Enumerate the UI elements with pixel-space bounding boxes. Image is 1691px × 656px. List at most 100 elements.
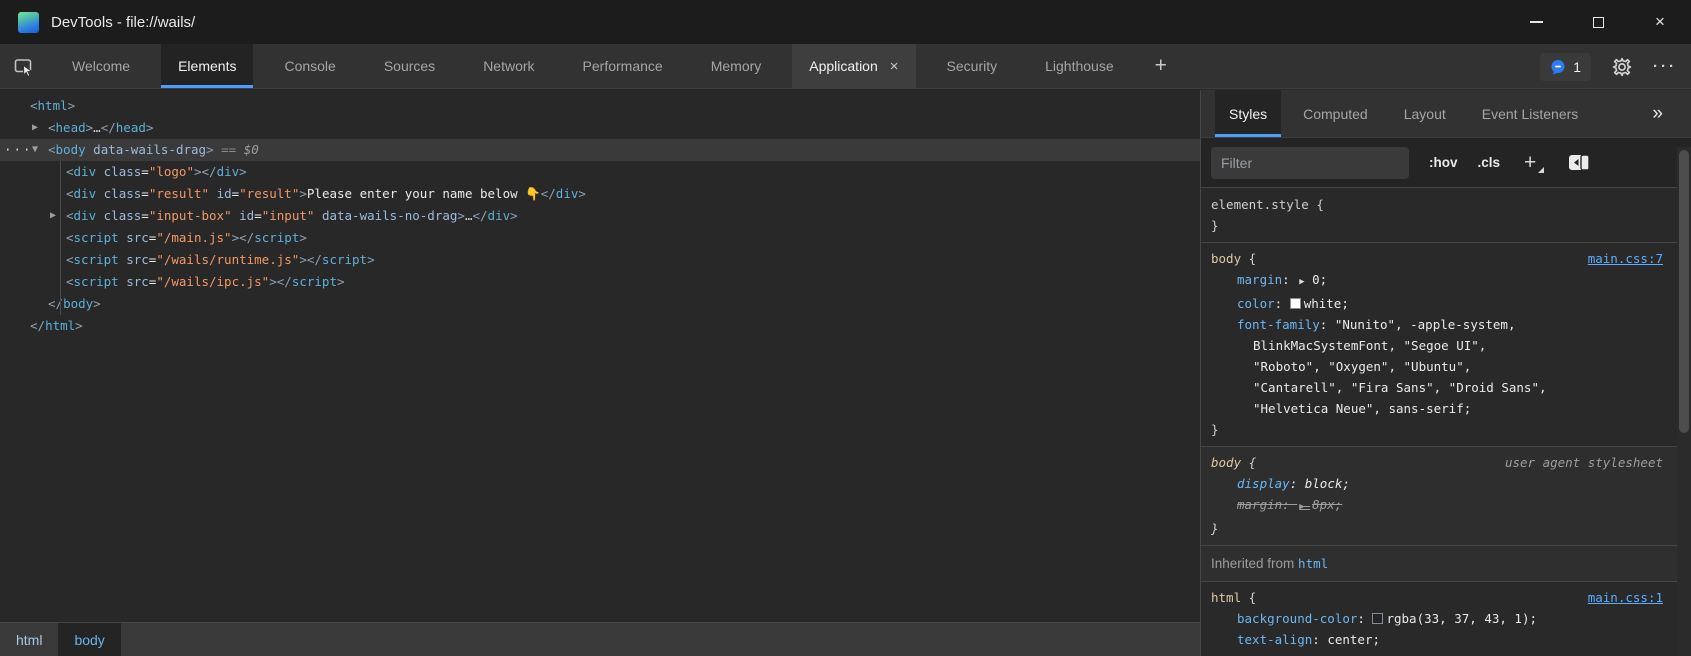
- stylesheet-link[interactable]: main.css:7: [1588, 248, 1663, 269]
- code-token: >: [239, 164, 247, 179]
- more-options-button[interactable]: ···: [1653, 58, 1677, 75]
- tree-row[interactable]: </body>: [0, 293, 1200, 315]
- css-property[interactable]: margin: ▶ 0;: [1211, 269, 1677, 293]
- new-style-rule-button[interactable]: +: [1524, 151, 1542, 175]
- tree-row[interactable]: ···▼<body data-wails-drag> == $0: [0, 139, 1200, 161]
- minimize-button[interactable]: [1505, 0, 1567, 44]
- tree-row[interactable]: <div class="logo"></div>: [0, 161, 1200, 183]
- collapse-icon[interactable]: ▼: [32, 139, 38, 161]
- rule-selector[interactable]: body: [1211, 455, 1241, 470]
- tree-row[interactable]: ▶<div class="input-box" id="input" data-…: [0, 205, 1200, 227]
- breadcrumb-body[interactable]: body: [58, 623, 120, 656]
- rule-selector-line[interactable]: element.style {: [1211, 194, 1677, 215]
- tab-network[interactable]: Network: [466, 44, 551, 88]
- code-token: <: [66, 164, 74, 179]
- tab-label: Lighthouse: [1045, 58, 1114, 74]
- row-actions-icon[interactable]: ···: [4, 139, 33, 161]
- tab-elements[interactable]: Elements: [161, 44, 253, 88]
- property-value[interactable]: white;: [1304, 296, 1349, 311]
- tab-application[interactable]: Application×: [792, 44, 915, 88]
- toggle-computed-sidebar-button[interactable]: [1568, 154, 1590, 171]
- minimize-icon: [1530, 21, 1543, 23]
- styles-rules-list: element.style {}main.css:7body {margin: …: [1201, 189, 1677, 656]
- color-swatch[interactable]: [1290, 298, 1301, 309]
- window-title: DevTools - file://wails/: [51, 14, 195, 31]
- tree-row[interactable]: <div class="result" id="result">Please e…: [0, 183, 1200, 205]
- code-token: <: [66, 186, 74, 201]
- css-property[interactable]: color: white;: [1211, 293, 1677, 314]
- property-name[interactable]: margin: [1237, 272, 1282, 287]
- tree-row[interactable]: <html>: [0, 95, 1200, 117]
- close-button[interactable]: ×: [1629, 0, 1691, 44]
- rule-selector-line[interactable]: main.css:7 body {: [1211, 248, 1677, 269]
- tree-row[interactable]: <script src="/wails/runtime.js"></script…: [0, 249, 1200, 271]
- more-tabs-button[interactable]: +: [1145, 44, 1177, 88]
- tab-welcome[interactable]: Welcome: [55, 44, 147, 88]
- close-tab-icon[interactable]: ×: [890, 58, 899, 75]
- open-brace: {: [1241, 455, 1256, 470]
- tab-lighthouse[interactable]: Lighthouse: [1028, 44, 1131, 88]
- tree-row[interactable]: <script src="/wails/ipc.js"></script>: [0, 271, 1200, 293]
- open-brace: {: [1241, 251, 1256, 266]
- rule-selector[interactable]: element.style: [1211, 197, 1309, 212]
- expand-icon[interactable]: ▶: [32, 117, 38, 139]
- maximize-button[interactable]: [1567, 0, 1629, 44]
- code-token: <: [66, 252, 74, 267]
- tree-row[interactable]: </html>: [0, 315, 1200, 337]
- settings-button[interactable]: [1611, 56, 1633, 78]
- sidebar-tab-event-listeners[interactable]: Event Listeners: [1468, 90, 1593, 137]
- tree-row[interactable]: ▶<head>…</head>: [0, 117, 1200, 139]
- property-value[interactable]: center;: [1327, 632, 1380, 647]
- property-name[interactable]: margin: [1237, 497, 1282, 512]
- toggle-element-classes-button[interactable]: .cls: [1478, 155, 1501, 170]
- property-value[interactable]: 8px;: [1312, 497, 1342, 512]
- inspect-element-button[interactable]: [0, 44, 48, 88]
- expand-shorthand-icon[interactable]: ▶: [1299, 277, 1310, 287]
- rule-selector-line[interactable]: main.css:1html {: [1211, 587, 1677, 608]
- tab-sources[interactable]: Sources: [367, 44, 452, 88]
- tab-console[interactable]: Console: [267, 44, 352, 88]
- css-property[interactable]: background-color: rgba(33, 37, 43, 1);: [1211, 608, 1677, 629]
- panel-tabs: Welcome Elements Console Sources Network Perf…: [48, 44, 1184, 88]
- css-property[interactable]: font-family: "Nunito", -apple-system,: [1211, 314, 1677, 335]
- code-token: script: [74, 230, 119, 245]
- sidebar-tab-layout[interactable]: Layout: [1390, 90, 1460, 137]
- code-token: data-wails-drag: [93, 142, 206, 157]
- tab-memory[interactable]: Memory: [694, 44, 779, 88]
- rule-selector[interactable]: body: [1211, 251, 1241, 266]
- sidebar-tab-computed[interactable]: Computed: [1289, 90, 1382, 137]
- inherited-node-link[interactable]: html: [1298, 556, 1328, 571]
- styles-filter-input[interactable]: [1211, 147, 1409, 179]
- property-value[interactable]: "Nunito", -apple-system,: [1335, 317, 1516, 332]
- styles-scrollbar[interactable]: [1677, 147, 1691, 656]
- rule-selector[interactable]: html: [1211, 590, 1241, 605]
- property-value[interactable]: rgba(33, 37, 43, 1);: [1386, 611, 1537, 626]
- tab-performance[interactable]: Performance: [566, 44, 680, 88]
- code-token: head: [56, 120, 86, 135]
- css-property[interactable]: display: block;: [1211, 473, 1677, 494]
- stylesheet-link[interactable]: main.css:1: [1588, 587, 1663, 608]
- tab-security[interactable]: Security: [930, 44, 1015, 88]
- tree-row[interactable]: <script src="/main.js"></script>: [0, 227, 1200, 249]
- issues-button[interactable]: 1: [1540, 53, 1591, 81]
- code-token: >: [457, 208, 465, 223]
- css-property[interactable]: text-align: center;: [1211, 629, 1677, 650]
- property-name[interactable]: background-color: [1237, 611, 1357, 626]
- property-name[interactable]: display: [1237, 476, 1290, 491]
- rule-selector-line[interactable]: user agent stylesheetbody {: [1211, 452, 1677, 473]
- expand-icon[interactable]: ▶: [50, 205, 56, 227]
- property-name[interactable]: color: [1237, 296, 1275, 311]
- property-name[interactable]: font-family: [1237, 317, 1320, 332]
- more-sidebar-tabs-icon[interactable]: »: [1652, 90, 1663, 137]
- property-value[interactable]: block;: [1305, 476, 1350, 491]
- toggle-hover-state-button[interactable]: :hov: [1429, 155, 1458, 170]
- styles-scrollbar-thumb[interactable]: [1679, 150, 1689, 433]
- color-swatch[interactable]: [1372, 613, 1383, 624]
- code-token: >: [269, 274, 277, 289]
- expand-shorthand-icon[interactable]: ▶: [1299, 502, 1310, 512]
- sidebar-tab-styles[interactable]: Styles: [1215, 90, 1281, 137]
- property-name[interactable]: text-align: [1237, 632, 1312, 647]
- property-value[interactable]: 0;: [1312, 272, 1327, 287]
- css-property[interactable]: margin: ▶ 8px;: [1211, 494, 1677, 518]
- breadcrumb-html[interactable]: html: [0, 623, 58, 656]
